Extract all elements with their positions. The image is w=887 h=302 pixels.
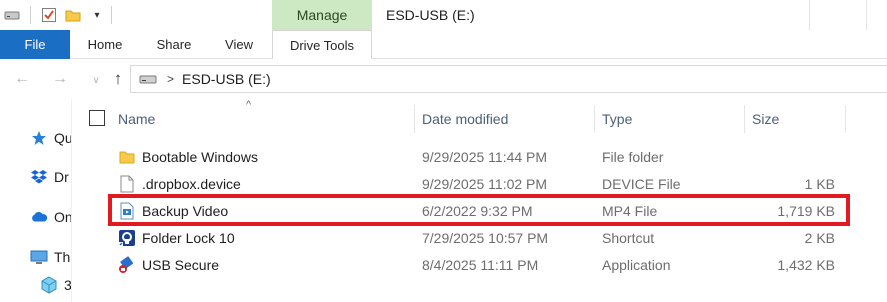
column-headers: Name Date modified Type Size	[72, 105, 887, 133]
column-divider[interactable]	[594, 105, 595, 133]
file-type: Shortcut	[602, 229, 655, 246]
folder-lock-app-icon	[118, 229, 136, 247]
up-arrow-icon[interactable]: ↑	[108, 69, 128, 89]
title-divider	[809, 0, 810, 30]
drive-icon	[139, 72, 157, 86]
navigation-pane: Qu Dr On Th 3	[0, 99, 72, 302]
table-row[interactable]: Bootable Windows 9/29/2025 11:44 PM File…	[72, 143, 887, 170]
file-date: 9/29/2025 11:02 PM	[422, 175, 548, 192]
tab-home[interactable]: Home	[74, 30, 136, 59]
file-type: File folder	[602, 148, 664, 165]
toolbar-divider	[30, 6, 31, 24]
column-header-date[interactable]: Date modified	[422, 105, 508, 133]
star-icon	[30, 129, 48, 147]
table-row[interactable]: .dropbox.device 9/29/2025 11:02 PM DEVIC…	[72, 170, 887, 197]
file-type: DEVICE File	[602, 175, 681, 192]
file-date: 9/29/2025 11:44 PM	[422, 148, 548, 165]
nav-item-onedrive[interactable]: On	[30, 207, 72, 227]
tab-file[interactable]: File	[0, 30, 70, 59]
ribbon-tabs: File Home Share View Drive Tools	[0, 30, 887, 60]
nav-item-label: Qu	[54, 130, 72, 146]
file-size: 1,432 KB	[777, 256, 835, 273]
tab-drive-tools[interactable]: Drive Tools	[272, 30, 372, 60]
navigation-bar: ← → ∨ ↑ > ESD-USB (E:)	[0, 59, 887, 99]
back-arrow-icon[interactable]: ←	[12, 69, 32, 89]
new-folder-icon[interactable]	[65, 7, 81, 23]
tab-view[interactable]: View	[212, 30, 266, 59]
column-header-size[interactable]: Size	[752, 105, 779, 133]
file-name: Folder Lock 10	[142, 229, 235, 246]
forward-arrow-icon[interactable]: →	[50, 69, 70, 89]
usb-secure-app-icon	[118, 255, 136, 274]
recent-locations-chevron-icon[interactable]: ∨	[86, 70, 106, 90]
folder-icon	[118, 148, 136, 166]
column-divider[interactable]	[744, 105, 745, 133]
nav-item-this-pc[interactable]: Th	[30, 247, 70, 267]
file-name-cell: .dropbox.device	[118, 170, 241, 197]
3d-objects-icon	[40, 276, 58, 294]
nav-item-label: 3	[64, 277, 72, 293]
highlight-box	[108, 194, 850, 226]
nav-item-label: On	[54, 209, 72, 225]
file-name-cell: Folder Lock 10	[118, 224, 235, 251]
column-divider[interactable]	[414, 105, 415, 133]
breadcrumb-chevron-icon[interactable]: >	[167, 72, 174, 86]
quick-access-toolbar: ▾	[0, 4, 112, 26]
nav-item-3d-objects[interactable]: 3	[40, 275, 72, 295]
nav-item-quick-access[interactable]: Qu	[30, 128, 72, 148]
column-divider[interactable]	[845, 105, 846, 133]
nav-item-label: Dr	[54, 169, 69, 185]
file-date: 7/29/2025 10:57 PM	[422, 229, 549, 246]
window-title: ESD-USB (E:)	[386, 7, 475, 23]
address-bar[interactable]: > ESD-USB (E:)	[130, 65, 887, 93]
customize-toolbar-chevron-icon[interactable]: ▾	[89, 7, 105, 23]
column-header-name[interactable]: Name	[118, 105, 155, 133]
select-all-checkbox[interactable]	[89, 110, 105, 126]
title-bar: ▾ Manage ESD-USB (E:)	[0, 0, 887, 30]
column-header-type[interactable]: Type	[602, 105, 632, 133]
file-size: 2 KB	[804, 229, 835, 246]
tab-manage[interactable]: Manage	[272, 0, 372, 30]
table-row[interactable]: USB Secure 8/4/2025 11:11 PM Application…	[72, 251, 887, 278]
toolbar-divider	[111, 6, 112, 24]
nav-item-label: Th	[54, 249, 71, 265]
file-date: 8/4/2025 11:11 PM	[422, 256, 539, 273]
file-name: USB Secure	[142, 256, 220, 273]
tab-share[interactable]: Share	[144, 30, 204, 59]
nav-item-dropbox[interactable]: Dr	[30, 167, 69, 187]
file-name: .dropbox.device	[142, 175, 241, 192]
breadcrumb-drive[interactable]: ESD-USB (E:)	[182, 71, 271, 87]
dropbox-icon	[30, 168, 48, 186]
file-name: Bootable Windows	[142, 148, 258, 165]
file-size: 1 KB	[804, 175, 835, 192]
drive-icon	[4, 7, 20, 23]
this-pc-icon	[30, 248, 48, 266]
table-row[interactable]: Folder Lock 10 7/29/2025 10:57 PM Shortc…	[72, 224, 887, 251]
properties-checkmark-icon[interactable]	[41, 7, 57, 23]
file-list: ^ Name Date modified Type Size Bootable …	[72, 99, 887, 302]
title-divider	[866, 0, 867, 30]
file-type: Application	[602, 256, 671, 273]
blank-file-icon	[118, 175, 136, 193]
onedrive-cloud-icon	[30, 208, 48, 226]
file-name-cell: USB Secure	[118, 251, 219, 278]
file-name-cell: Bootable Windows	[118, 143, 258, 170]
